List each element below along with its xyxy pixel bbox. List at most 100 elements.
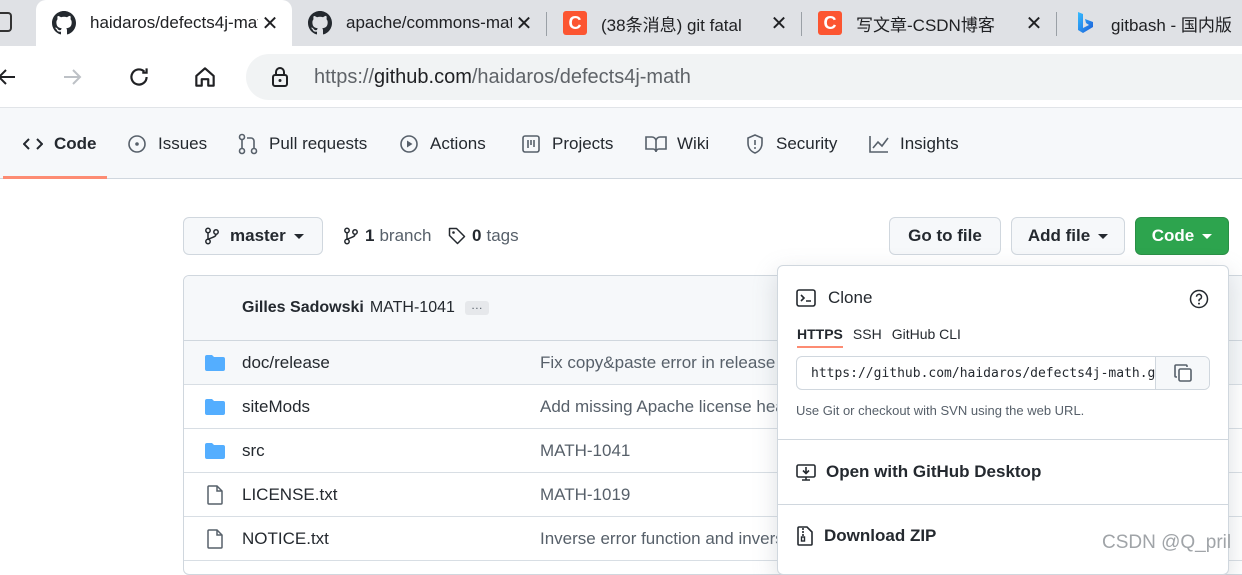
tab-wiki[interactable]: Wiki (645, 108, 709, 179)
shield-icon (744, 133, 766, 155)
tab-label: Issues (158, 133, 208, 153)
tab-ssh[interactable]: SSH (853, 326, 882, 348)
branches-link[interactable]: 1 branch (343, 226, 431, 246)
branch-label: branch (379, 226, 432, 245)
file-icon (204, 528, 226, 550)
projects-icon (520, 133, 542, 155)
chevron-down-icon (293, 233, 304, 239)
chevron-down-icon (1098, 233, 1109, 239)
desktop-download-icon (796, 462, 816, 482)
tab-label: Code (54, 133, 97, 153)
csdn-icon: C (818, 11, 842, 35)
file-commit-message[interactable]: Fix copy&paste error in release l (540, 353, 784, 373)
divider (778, 504, 1228, 505)
tab-title: (38条消息) git fatal (601, 15, 742, 35)
code-icon (22, 133, 44, 155)
download-zip-button[interactable]: Download ZIP (796, 526, 936, 546)
tab-label: Security (776, 133, 838, 153)
help-icon[interactable] (1188, 288, 1210, 310)
tab-github-cli[interactable]: GitHub CLI (892, 326, 961, 348)
clone-url-field[interactable]: https://github.com/haidaros/defects4j-ma… (796, 356, 1210, 390)
clone-title: Clone (828, 288, 873, 307)
tab-https[interactable]: HTTPS (797, 326, 843, 348)
branch-icon (204, 227, 220, 245)
browser-tab-bing-gitbash[interactable]: gitbash - 国内版 (1057, 0, 1242, 46)
file-name[interactable]: src (242, 441, 265, 461)
back-button[interactable] (0, 58, 26, 96)
csdn-icon: C (563, 11, 587, 35)
file-icon (204, 484, 226, 506)
terminal-icon (796, 289, 816, 307)
file-zip-icon (796, 526, 814, 546)
lock-icon[interactable] (268, 65, 292, 89)
commit-author[interactable]: Gilles Sadowski (242, 299, 364, 317)
tab-label: Projects (552, 133, 614, 153)
tab-pull-requests[interactable]: Pull requests (237, 108, 367, 179)
clone-header: Clone (796, 288, 872, 308)
tab-projects[interactable]: Projects (520, 108, 613, 179)
tab-title: 写文章-CSDN博客 (856, 15, 995, 35)
close-icon[interactable]: ✕ (258, 11, 282, 36)
branch-count: 1 (365, 226, 375, 245)
ellipsis-button[interactable]: … (464, 299, 489, 315)
file-commit-message[interactable]: Add missing Apache license hea (540, 397, 785, 417)
browser-tab-commons-math[interactable]: apache/commons-math ✕ (292, 0, 546, 46)
browser-tab-csdn-git-fatal[interactable]: C (38条消息) git fatal ✕ (547, 0, 801, 46)
forward-button[interactable] (53, 58, 91, 96)
tab-actions[interactable]: Actions (398, 108, 486, 179)
pull-request-icon (237, 133, 259, 155)
file-commit-message[interactable]: MATH-1041 (540, 441, 630, 461)
branch-icon (343, 227, 359, 245)
tag-count: 0 (472, 226, 482, 245)
folder-icon (204, 352, 226, 374)
file-commit-message[interactable]: MATH-1019 (540, 485, 630, 505)
home-button[interactable] (186, 58, 224, 96)
open-desktop-label: Open with GitHub Desktop (826, 462, 1042, 481)
refresh-button[interactable] (120, 58, 158, 96)
clone-url-value[interactable]: https://github.com/haidaros/defects4j-ma… (797, 366, 1155, 381)
browser-tab-csdn-write[interactable]: C 写文章-CSDN博客 ✕ (802, 0, 1056, 46)
clone-dropdown: Clone HTTPS SSH GitHub CLI https://githu… (777, 265, 1229, 575)
divider (778, 439, 1228, 440)
clone-protocol-tabs: HTTPS SSH GitHub CLI (797, 326, 971, 348)
clone-hint: Use Git or checkout with SVN using the w… (796, 403, 1085, 418)
file-name[interactable]: LICENSE.txt (242, 485, 337, 505)
wiki-icon (645, 133, 667, 155)
copy-icon (1173, 364, 1192, 382)
commit-message[interactable]: MATH-1041 (370, 299, 455, 317)
issues-icon (126, 133, 148, 155)
browser-tab-bar: haidaros/defects4j-math ✕ apache/commons… (0, 0, 1242, 46)
open-desktop-button[interactable]: Open with GitHub Desktop (796, 462, 1041, 482)
tab-label: Insights (900, 133, 959, 153)
back-arrow-icon (0, 69, 15, 85)
file-name[interactable]: siteMods (242, 397, 310, 417)
close-icon[interactable]: ✕ (512, 11, 536, 36)
home-icon (195, 67, 215, 87)
branch-select-button[interactable]: master (183, 217, 323, 255)
address-bar[interactable]: https://github.com/haidaros/defects4j-ma… (246, 54, 1242, 100)
file-name[interactable]: NOTICE.txt (242, 529, 329, 549)
branch-name: master (230, 226, 286, 245)
watermark: CSDN @Q_pril (1102, 532, 1232, 553)
tab-security[interactable]: Security (744, 108, 837, 179)
folder-icon (204, 440, 226, 462)
tab-insights[interactable]: Insights (868, 108, 959, 179)
tab-title: haidaros/defects4j-math (90, 13, 258, 32)
tags-link[interactable]: 0 tags (448, 226, 519, 246)
close-icon[interactable]: ✕ (767, 11, 791, 36)
forward-arrow-icon (64, 69, 82, 85)
close-icon[interactable]: ✕ (1022, 11, 1046, 36)
tab-actions-icon[interactable] (0, 12, 12, 32)
code-button[interactable]: Code (1135, 217, 1229, 255)
go-to-file-button[interactable]: Go to file (889, 217, 1001, 255)
tab-code[interactable]: Code (22, 108, 97, 179)
copy-button[interactable] (1155, 357, 1209, 389)
github-icon (308, 11, 332, 35)
file-commit-message[interactable]: Inverse error function and invers (540, 529, 784, 549)
file-name[interactable]: doc/release (242, 353, 330, 373)
refresh-icon (130, 68, 148, 86)
browser-tab-defects4j-math[interactable]: haidaros/defects4j-math ✕ (36, 0, 292, 46)
add-file-button[interactable]: Add file (1011, 217, 1125, 255)
graph-icon (868, 133, 890, 155)
tab-issues[interactable]: Issues (126, 108, 207, 179)
